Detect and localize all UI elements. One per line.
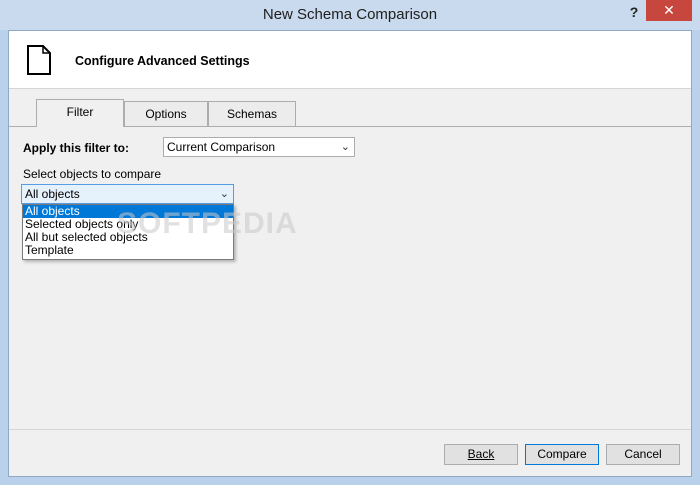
cancel-button[interactable]: Cancel: [606, 444, 680, 465]
compare-button[interactable]: Compare: [525, 444, 599, 465]
dialog-window: New Schema Comparison ? ✕ Configure Adva…: [0, 0, 700, 485]
tab-strip: Filter Options Schemas: [9, 99, 691, 127]
apply-filter-dropdown[interactable]: Current Comparison ⌄: [163, 137, 355, 157]
close-button[interactable]: ✕: [646, 0, 692, 21]
document-icon: [27, 45, 51, 75]
select-objects-label: Select objects to compare: [23, 167, 162, 181]
chevron-down-icon: ⌄: [340, 141, 350, 153]
help-button[interactable]: ?: [622, 2, 646, 22]
tab-options[interactable]: Options: [124, 101, 208, 127]
chevron-down-icon: ⌄: [219, 188, 229, 200]
dialog-client-area: Configure Advanced Settings Filter Optio…: [8, 30, 692, 477]
back-button[interactable]: Back: [444, 444, 518, 465]
title-bar[interactable]: New Schema Comparison ? ✕: [0, 0, 700, 30]
tab-filter[interactable]: Filter: [36, 99, 124, 127]
select-objects-value: All objects: [25, 187, 80, 201]
wizard-header: Configure Advanced Settings: [9, 31, 691, 89]
apply-filter-label: Apply this filter to:: [23, 141, 129, 155]
tab-schemas[interactable]: Schemas: [208, 101, 296, 127]
apply-filter-value: Current Comparison: [167, 140, 276, 154]
option-template[interactable]: Template: [23, 244, 233, 257]
watermark: SOFTPEDIA: [117, 207, 298, 240]
window-title: New Schema Comparison: [262, 6, 438, 23]
header-title: Configure Advanced Settings: [75, 54, 250, 68]
select-objects-dropdown[interactable]: All objects ⌄: [21, 184, 234, 204]
footer-divider: [9, 429, 691, 430]
back-button-label: Back: [467, 447, 495, 461]
